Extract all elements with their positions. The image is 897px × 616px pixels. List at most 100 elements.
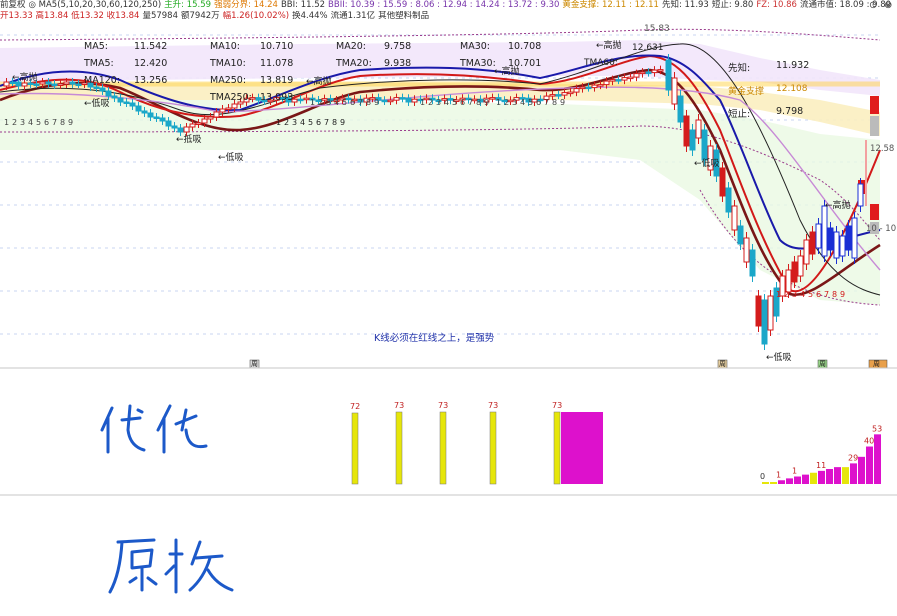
indicator-tail-bar [842,467,849,484]
count-digit: 8 [366,98,372,107]
count-digit: 1 [496,98,502,107]
count-digit: 2 [504,98,510,107]
indicator-bar-label: 73 [488,401,498,410]
count-digit: 9 [484,98,490,107]
indicator-bar [573,412,579,484]
count-digit: 3 [20,118,26,127]
count-digit: 8 [552,98,558,107]
indicator-bar-label: 72 [350,402,360,411]
count-digit: 7 [468,98,474,107]
count-digit: 3 [326,98,332,107]
day-marker: 周 [873,360,880,368]
day-marker: 周 [719,360,726,368]
price-label-12-58: 12.58 [870,144,895,154]
count-digit: 7 [824,290,830,299]
indicator-tail-label: 0 [760,472,765,481]
count-digit: 6 [816,290,822,299]
indicator-tail-label: 53 [872,424,882,433]
count-digit: 9 [68,118,74,127]
count-digit: 9 [340,118,346,127]
count-digit: 7 [324,118,330,127]
indicator-tail-bar [786,478,793,484]
optimized-indicator-tail: 0 1 111294053 [760,424,882,484]
indicator-tail-bar [874,434,881,484]
count-digit: 5 [308,118,314,127]
indicator-bar-label: 73 [438,401,448,410]
indicator-tail-bar [826,469,833,484]
count-digit: 6 [44,118,50,127]
indicator-bar [597,412,603,484]
duanzhi-label: 短止: [728,109,751,120]
count-digit: 4 [28,118,34,127]
count-digit: 8 [832,290,838,299]
count-digit: 1 [4,118,10,127]
price-label-15-83: 15.83 [644,24,670,34]
low-tag: ←低吸 [84,99,110,109]
count-digit: 8 [332,118,338,127]
indicator-tail-bar [778,480,785,484]
high-tag: ←高抛 [825,201,851,211]
indicator-tail-bar [802,474,809,484]
count-digit: 3 [512,98,518,107]
count-digit: 3 [292,118,298,127]
chart-annotations: 15.83 12.631 TMA60: 先知: 11.932 黄金支撑 12.1… [0,0,897,370]
count-digit: 5 [808,290,814,299]
count-digit: 6 [316,118,322,127]
indicator-tail-bar [866,446,873,484]
indicator-bar-label: 73 [552,401,562,410]
count-digit: 5 [342,98,348,107]
high-tag: ←高抛 [12,73,38,83]
count-digit: 9 [840,290,846,299]
original-pane-label: 原版 [104,534,244,598]
indicator-tail-bar [834,467,841,484]
indicator-bar-label: 73 [394,401,404,410]
count-digit: 1 [420,98,426,107]
indicator-tail-label: 11 [816,461,826,470]
trend-note: K线必须在红线之上，是强势 [374,333,495,344]
count-digit: 8 [476,98,482,107]
day-marker: 周 [819,360,826,368]
count-digit: 4 [444,98,450,107]
gold-support-label: 黄金支撑 [728,87,765,97]
indicator-bar [439,411,447,485]
gold-support-value: 12.108 [776,84,808,94]
count-digit: 5 [528,98,534,107]
count-digit: 2 [284,118,290,127]
optimized-label-handwriting-icon [100,404,208,454]
original-label-handwriting-icon [108,538,234,594]
count-digit: 4 [334,98,340,107]
count-digit: 2 [318,98,324,107]
indicator-tail-bar [762,482,769,484]
count-digit: 8 [60,118,66,127]
count-digit: 7 [52,118,58,127]
indicator-bar [395,411,403,485]
indicator-tail-bar [794,476,801,484]
duanzhi-value: 9.798 [776,106,804,117]
count-digit: 4 [800,290,806,299]
count-digit: 1 [776,290,782,299]
price-label-12-631: 12.631 [632,43,664,53]
indicator-bar [553,411,561,485]
count-digit: 6 [460,98,466,107]
indicator-bar [351,412,359,485]
high-tag: ←高抛 [306,77,332,87]
indicator-bar [489,411,497,485]
indicator-tail-bar [818,470,825,484]
low-tag: ←抵吸 [176,135,202,145]
high-tag: ←高抛 [596,41,622,51]
low-tag: ←低吸 [694,159,720,169]
indicator-bar [579,412,585,484]
count-digit: 3 [436,98,442,107]
low-tag: ←低吸 [766,353,792,363]
count-digit: 9 [374,98,380,107]
count-digit: 5 [452,98,458,107]
count-digit: 5 [36,118,42,127]
count-digit: 7 [358,98,364,107]
count-digit: 6 [350,98,356,107]
count-digit: 1 [310,98,316,107]
indicator-bar [585,412,591,484]
optimized-indicator-bars: 72 73 73 73 73 [350,401,603,485]
indicator-tail-bar [810,472,817,484]
count-digit: 4 [300,118,306,127]
indicator-tail-label: 1 [792,467,797,476]
